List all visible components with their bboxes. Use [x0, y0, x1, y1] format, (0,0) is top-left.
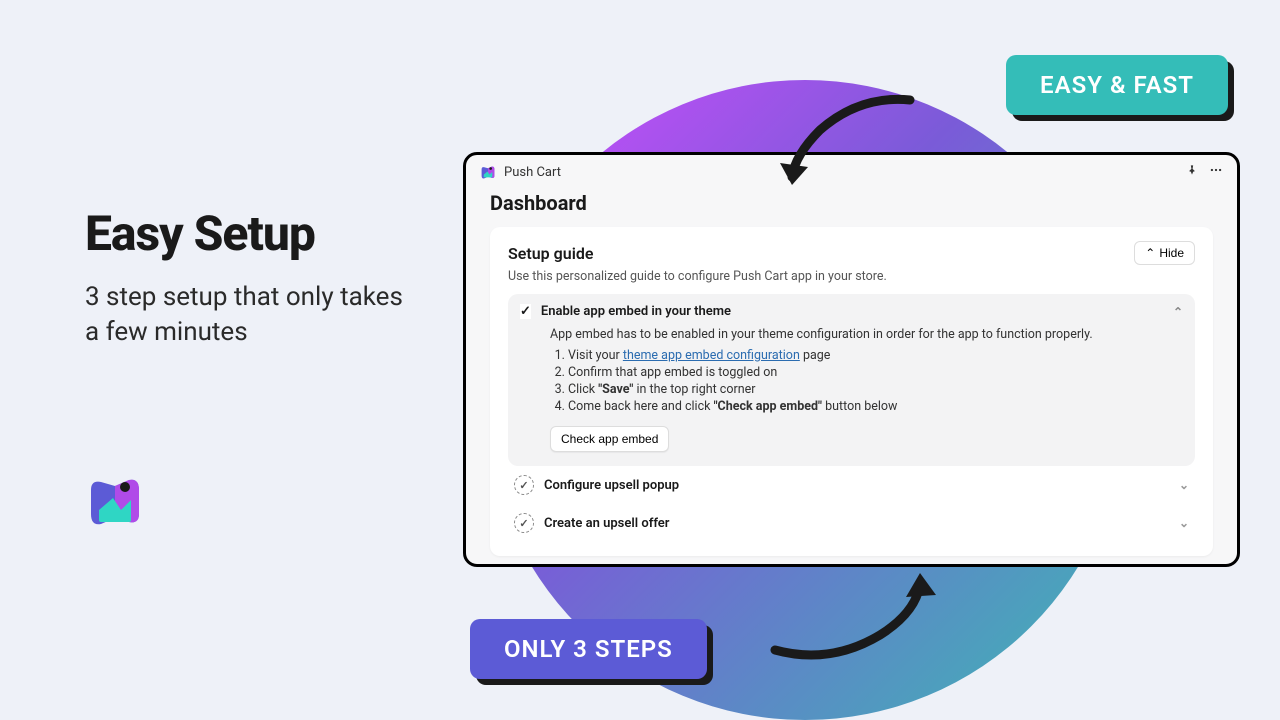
app-name: Push Cart [504, 165, 561, 180]
check-app-embed-button[interactable]: Check app embed [550, 426, 669, 452]
arrow-top-icon [750, 85, 930, 195]
step-3-title: Create an upsell offer [544, 516, 669, 531]
step-1-li3-a: Click [568, 382, 598, 397]
step-1-li3-c: in the top right corner [633, 382, 755, 397]
hide-button[interactable]: ⌃ Hide [1134, 241, 1195, 265]
check-circle-icon: ✓ [514, 513, 534, 533]
dashboard-window: Push Cart Dashboard Setup guide ⌃ Hide U… [463, 152, 1240, 567]
hero-title: Easy Setup [85, 205, 315, 262]
step-1-li4-a: Come back here and click [568, 399, 714, 414]
step-1-li2: Confirm that app embed is toggled on [568, 365, 1179, 380]
step-1-body: App embed has to be enabled in your them… [520, 319, 1183, 452]
callout-only-3-steps: ONLY 3 STEPS [470, 619, 707, 679]
step-1-li4-b: "Check app embed" [714, 399, 822, 414]
check-circle-icon: ✓ [514, 475, 534, 495]
callout-easy-fast: EASY & FAST [1006, 55, 1228, 115]
pin-icon[interactable] [1185, 163, 1199, 181]
arrow-bottom-icon [760, 555, 950, 675]
setup-guide-panel: Setup guide ⌃ Hide Use this personalized… [490, 227, 1213, 556]
chevron-down-icon: ⌄ [1179, 516, 1189, 530]
step-1-intro: App embed has to be enabled in your them… [550, 327, 1179, 342]
step-1-li4-c: button below [822, 399, 897, 414]
panel-description: Use this personalized guide to configure… [508, 269, 1195, 284]
chevron-up-icon: ⌃ [1173, 305, 1183, 319]
check-circle-icon: ✓ [520, 304, 531, 319]
setup-step-2[interactable]: ✓ Configure upsell popup ⌄ [508, 466, 1195, 504]
hero-subtitle: 3 step setup that only takes a few minut… [85, 280, 415, 350]
chevron-up-icon: ⌃ [1145, 246, 1155, 260]
step-1-li1-prefix: Visit your [568, 348, 623, 363]
more-icon[interactable] [1209, 163, 1223, 181]
setup-step-1[interactable]: ✓ Enable app embed in your theme ⌃ App e… [508, 294, 1195, 466]
step-1-li3-b: "Save" [598, 382, 633, 397]
step-2-title: Configure upsell popup [544, 478, 679, 493]
setup-step-3[interactable]: ✓ Create an upsell offer ⌄ [508, 504, 1195, 542]
app-logo [85, 470, 145, 530]
step-1-title: Enable app embed in your theme [541, 304, 731, 319]
theme-config-link[interactable]: theme app embed configuration [623, 348, 800, 363]
app-icon [480, 164, 496, 180]
step-1-li1-suffix: page [800, 348, 831, 363]
chevron-down-icon: ⌄ [1179, 478, 1189, 492]
hide-button-label: Hide [1159, 246, 1184, 260]
panel-title: Setup guide [508, 244, 593, 263]
